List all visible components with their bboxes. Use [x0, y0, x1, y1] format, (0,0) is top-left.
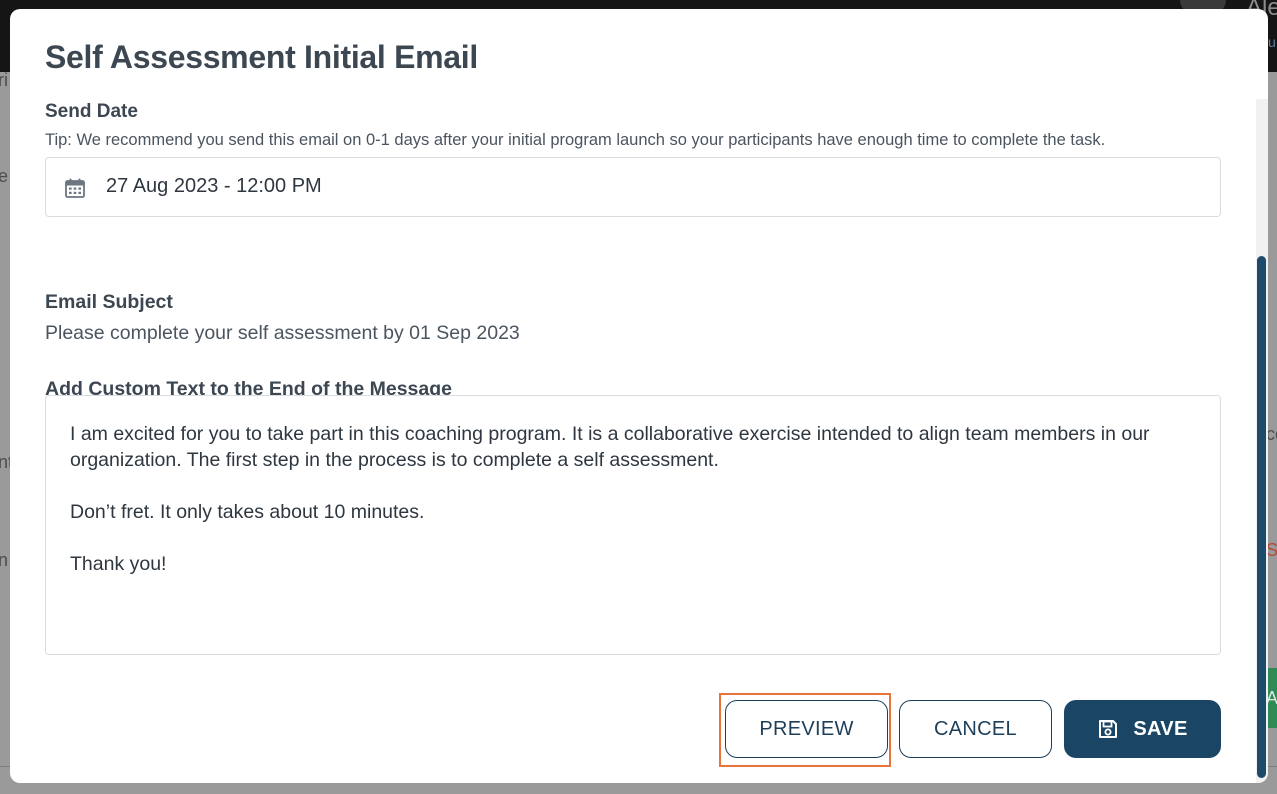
- message-paragraph: Thank you!: [70, 553, 167, 575]
- custom-text-editor[interactable]: I am excited for you to take part in thi…: [45, 395, 1221, 655]
- floppy-disk-icon: [1099, 720, 1118, 738]
- send-date-tip: Tip: We recommend you send this email on…: [45, 131, 1106, 149]
- background-text-fragment: e: [0, 166, 9, 186]
- cancel-button[interactable]: CANCEL: [899, 700, 1052, 758]
- send-date-value: 27 Aug 2023 - 12:00 PM: [106, 175, 322, 197]
- scrollbar-thumb[interactable]: [1257, 256, 1266, 778]
- message-paragraph: Don’t fret. It only takes about 10 minut…: [70, 501, 425, 523]
- preview-button[interactable]: PREVIEW: [725, 700, 888, 758]
- modal-body[interactable]: Send Date Tip: We recommend you send thi…: [10, 97, 1250, 697]
- background-user-sub: u: [1268, 34, 1276, 50]
- send-date-picker[interactable]: 27 Aug 2023 - 12:00 PM: [45, 157, 1221, 217]
- email-subject-value: Please complete your self assessment by …: [45, 322, 520, 344]
- email-settings-modal: Self Assessment Initial Email Send Date …: [10, 9, 1268, 783]
- background-text-fragment: ri: [0, 70, 8, 90]
- message-paragraph: I am excited for you to take part in thi…: [70, 423, 1150, 471]
- preview-button-label: PREVIEW: [759, 717, 854, 740]
- email-subject-label: Email Subject: [45, 291, 173, 313]
- background-text-fragment: n: [0, 550, 9, 570]
- save-button-label: SAVE: [1133, 717, 1188, 740]
- modal-title: Self Assessment Initial Email: [45, 39, 478, 75]
- save-button[interactable]: SAVE: [1064, 700, 1221, 758]
- send-date-label: Send Date: [45, 101, 138, 122]
- cancel-button-label: CANCEL: [934, 717, 1017, 740]
- calendar-icon: [65, 178, 85, 198]
